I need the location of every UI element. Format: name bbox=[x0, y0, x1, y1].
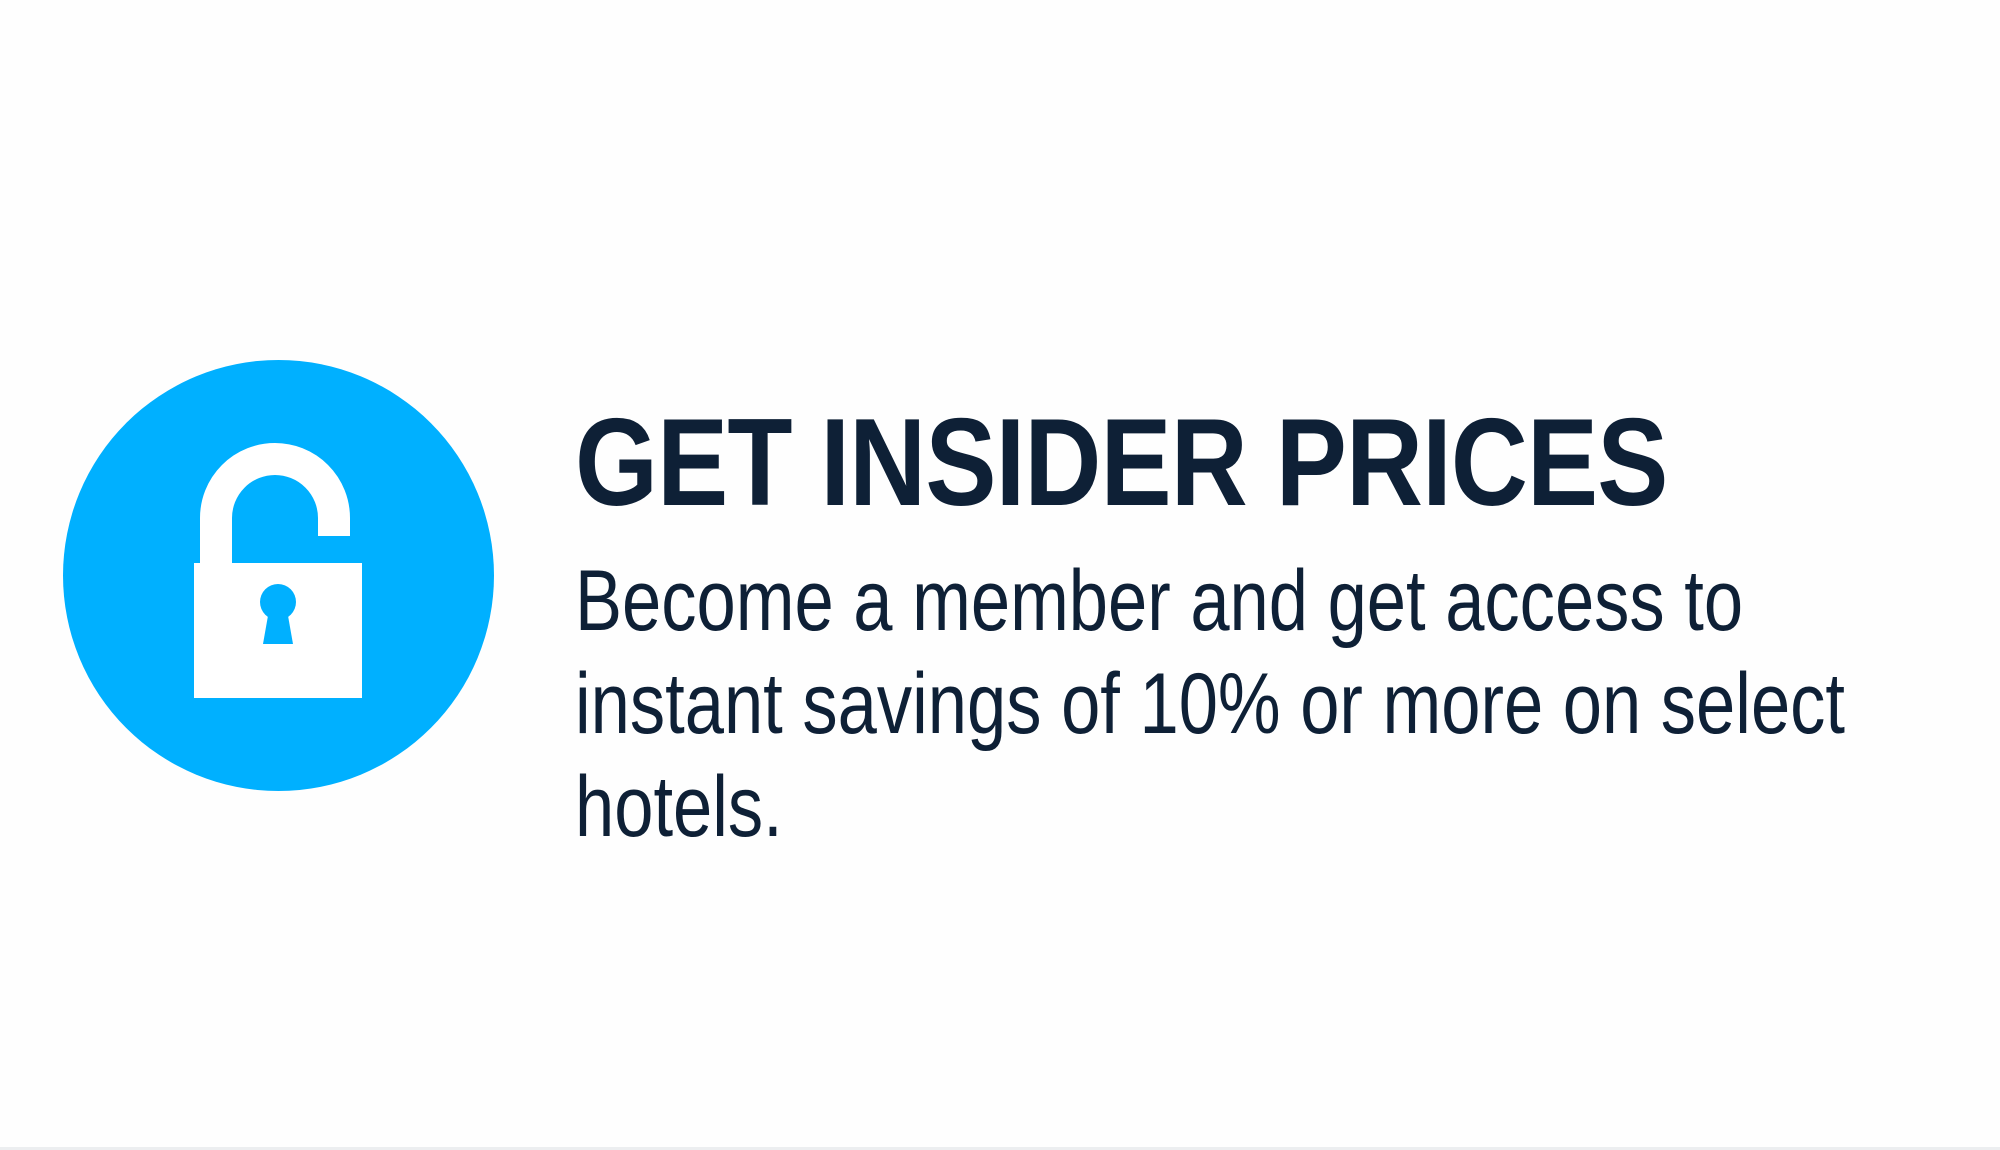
promo-headline: GET INSIDER PRICES bbox=[575, 394, 1668, 532]
promo-banner: GET INSIDER PRICES Become a member and g… bbox=[0, 0, 2000, 1150]
unlocked-padlock-icon bbox=[194, 443, 362, 698]
lock-badge bbox=[63, 360, 494, 791]
promo-text: GET INSIDER PRICES Become a member and g… bbox=[575, 388, 1955, 859]
promo-description: Become a member and get access to instan… bbox=[575, 553, 1846, 855]
